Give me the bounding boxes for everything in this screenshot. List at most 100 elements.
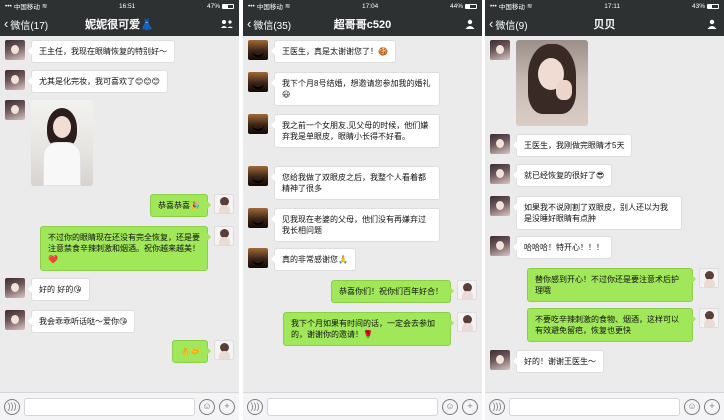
message-bubble[interactable]: 如果我不说刚割了双眼皮，别人还以为我是没睡好眼睛有点肿 bbox=[513, 196, 682, 230]
message-input[interactable] bbox=[24, 397, 195, 416]
message-bubble[interactable]: 王医生，真是太谢谢您了！🍪 bbox=[271, 40, 396, 63]
message-input[interactable] bbox=[267, 397, 438, 416]
status-time: 17:11 bbox=[604, 2, 621, 10]
message-bubble[interactable]: 哈哈哈！特开心！！！ bbox=[513, 236, 612, 259]
message-row: 我下个月如果有时间的话，一定会去参加的，谢谢你的邀请！🌹 bbox=[283, 312, 477, 346]
message-bubble[interactable]: 不要吃辛辣刺激的食物、烟酒，这样可以有效避免留疤，恢复也更快 bbox=[527, 308, 696, 342]
chat-area[interactable]: 王主任，我现在眼睛恢复的特别好～ 尤其是化完妆，我可喜欢了😊😊😊 恭喜恭喜🎉 不… bbox=[0, 36, 239, 392]
message-row: 👌🤝 bbox=[172, 340, 234, 363]
contact-avatar[interactable] bbox=[490, 350, 510, 370]
carrier-label: 中国移动 bbox=[13, 4, 40, 11]
emoji-button[interactable]: ☺ bbox=[442, 398, 458, 415]
doctor-avatar[interactable] bbox=[457, 312, 477, 332]
signal-icon: ••• bbox=[490, 2, 497, 10]
message-bubble[interactable]: 真的非常感谢您🙏 bbox=[271, 248, 356, 271]
message-row: 如果我不说刚割了双眼皮，别人还以为我是没睡好眼睛有点肿 bbox=[490, 196, 682, 230]
message-input[interactable] bbox=[509, 397, 680, 416]
contact-avatar[interactable] bbox=[490, 40, 510, 60]
voice-button[interactable]: ))) bbox=[489, 398, 505, 415]
contact-avatar[interactable] bbox=[248, 208, 268, 228]
back-label: 微信(35) bbox=[253, 20, 292, 32]
message-row bbox=[490, 40, 588, 126]
selfie-photo[interactable] bbox=[31, 100, 93, 186]
plus-button[interactable]: + bbox=[462, 398, 478, 415]
doctor-avatar[interactable] bbox=[214, 194, 234, 214]
status-bar: ••• 中国移动 ≋ 16:51 47% bbox=[0, 0, 239, 12]
message-bubble[interactable]: 恭喜你们！祝你们百年好合！ bbox=[331, 280, 454, 303]
plus-button[interactable]: + bbox=[219, 398, 235, 415]
contact-avatar[interactable] bbox=[248, 114, 268, 134]
message-bubble[interactable]: 我下个月如果有时间的话，一定会去参加的，谢谢你的邀请！🌹 bbox=[283, 312, 454, 346]
battery-percent: 44% bbox=[449, 2, 463, 10]
back-button[interactable]: ‹ 微信(17) bbox=[4, 12, 48, 36]
message-bubble[interactable]: 王主任，我现在眼睛恢复的特别好～ bbox=[28, 40, 175, 63]
message-bubble[interactable]: 王医生，我刚做完眼睛才5天 bbox=[512, 134, 633, 157]
message-row: 王医生，我刚做完眼睛才5天 bbox=[490, 134, 633, 157]
wifi-icon: ≋ bbox=[284, 3, 291, 10]
voice-button[interactable]: ))) bbox=[4, 398, 20, 415]
message-row: 不要吃辛辣刺激的食物、烟酒，这样可以有效避免留疤，恢复也更快 bbox=[527, 308, 719, 342]
message-bubble[interactable]: 我下个月8号结婚，想邀请您参加我的婚礼😃 bbox=[271, 72, 440, 106]
message-bubble[interactable]: 👌🤝 bbox=[172, 340, 211, 363]
plus-icon: + bbox=[224, 401, 230, 411]
message-row: 恭喜你们！祝你们百年好合！ bbox=[331, 280, 477, 303]
message-bubble[interactable]: 见我现在老婆的父母，他们没有再嫌弃过我长相问题 bbox=[271, 208, 440, 242]
chat-area[interactable]: 王医生，真是太谢谢您了！🍪 我下个月8号结婚，想邀请您参加我的婚礼😃 我之前一个… bbox=[243, 36, 482, 392]
message-row: 哈哈哈！特开心！！！ bbox=[490, 236, 612, 259]
back-button[interactable]: ‹ 微信(35) bbox=[247, 12, 291, 36]
contact-avatar[interactable] bbox=[490, 164, 510, 184]
input-bar: ))) ☺ + bbox=[0, 392, 239, 420]
plus-button[interactable]: + bbox=[704, 398, 720, 415]
plus-icon: + bbox=[709, 401, 715, 411]
contact-avatar[interactable] bbox=[490, 134, 510, 154]
chevron-left-icon: ‹ bbox=[247, 16, 252, 31]
message-bubble[interactable]: 好的 好的😘 bbox=[28, 278, 90, 301]
voice-button[interactable]: ))) bbox=[247, 398, 263, 415]
message-bubble[interactable]: 尤其是化完妆，我可喜欢了😊😊😊 bbox=[27, 70, 169, 93]
contact-avatar[interactable] bbox=[490, 196, 510, 216]
back-label: 微信(17) bbox=[10, 20, 49, 32]
message-bubble[interactable]: 您给我做了双眼皮之后，我整个人看着都精神了很多 bbox=[271, 166, 440, 200]
status-bar: ••• 中国移动 ≋ 17:04 44% bbox=[243, 0, 482, 12]
status-bar: ••• 中国移动 ≋ 17:11 43% bbox=[485, 0, 724, 12]
chevron-left-icon: ‹ bbox=[489, 16, 494, 31]
emoji-button[interactable]: ☺ bbox=[684, 398, 700, 415]
contact-avatar[interactable] bbox=[5, 310, 25, 330]
message-bubble[interactable]: 就已经恢复的很好了😎 bbox=[512, 164, 613, 187]
message-bubble[interactable]: 不过你的眼睛现在还没有完全恢复，还是要注意禁食辛辣刺激和烟酒。祝你越来越美！❤️ bbox=[40, 226, 211, 271]
message-bubble[interactable]: 替你感到开心！不过你还是要注意术后护理哦 bbox=[527, 268, 696, 302]
status-time: 16:51 bbox=[118, 2, 136, 10]
chat-area[interactable]: 王医生，我刚做完眼睛才5天 就已经恢复的很好了😎 如果我不说刚割了双眼皮，别人还… bbox=[485, 36, 724, 392]
contact-avatar[interactable] bbox=[5, 278, 25, 298]
selfie-photo[interactable] bbox=[516, 40, 588, 126]
more-menu-button[interactable] bbox=[706, 12, 718, 36]
emoji-button[interactable]: ☺ bbox=[199, 398, 215, 415]
doctor-avatar[interactable] bbox=[214, 340, 234, 360]
contact-avatar[interactable] bbox=[248, 166, 268, 186]
emoji-icon: ☺ bbox=[687, 401, 697, 411]
contact-avatar[interactable] bbox=[248, 40, 268, 60]
message-row: 您给我做了双眼皮之后，我整个人看着都精神了很多 bbox=[248, 166, 440, 200]
message-bubble[interactable]: 恭喜恭喜🎉 bbox=[150, 194, 211, 217]
doctor-avatar[interactable] bbox=[699, 308, 719, 328]
doctor-avatar[interactable] bbox=[214, 226, 234, 246]
input-bar: ))) ☺ + bbox=[243, 392, 482, 420]
contact-avatar[interactable] bbox=[248, 248, 268, 268]
contact-avatar[interactable] bbox=[248, 72, 268, 92]
doctor-avatar[interactable] bbox=[457, 280, 477, 300]
contact-avatar[interactable] bbox=[490, 236, 510, 256]
more-menu-button[interactable] bbox=[464, 12, 476, 36]
message-bubble[interactable]: 我之前一个女朋友,见父母的时候，他们嫌弃我是单眼皮，眼睛小长得不好看。 bbox=[271, 114, 440, 148]
contact-avatar[interactable] bbox=[5, 40, 25, 60]
more-menu-button[interactable] bbox=[221, 12, 233, 36]
contact-avatar[interactable] bbox=[5, 70, 25, 90]
contact-avatar[interactable] bbox=[5, 100, 25, 120]
message-bubble[interactable]: 我会乖乖听话哒～爱你😘 bbox=[27, 310, 136, 333]
battery-percent: 47% bbox=[206, 2, 220, 10]
message-row: 我下个月8号结婚，想邀请您参加我的婚礼😃 bbox=[248, 72, 440, 106]
signal-icon: ••• bbox=[5, 2, 12, 10]
doctor-avatar[interactable] bbox=[699, 268, 719, 288]
message-bubble[interactable]: 好的！谢谢王医生～ bbox=[513, 350, 604, 373]
back-button[interactable]: ‹ 微信(9) bbox=[489, 12, 528, 36]
status-time: 17:04 bbox=[361, 2, 379, 10]
